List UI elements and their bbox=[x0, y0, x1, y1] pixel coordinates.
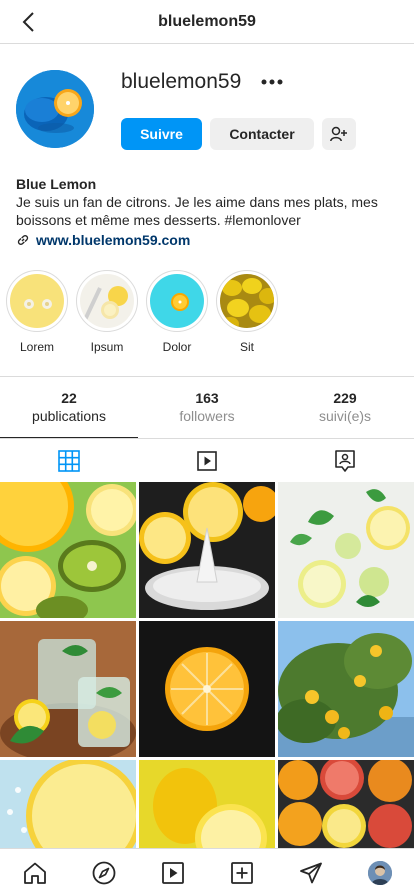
post-thumbnail[interactable] bbox=[278, 482, 414, 618]
follow-button[interactable]: Suivre bbox=[121, 118, 202, 150]
nav-new-post[interactable] bbox=[222, 853, 262, 893]
chevron-left-icon bbox=[22, 12, 34, 32]
story-highlights: Lorem Ipsum Dolor Sit bbox=[6, 270, 286, 354]
nav-direct-messages[interactable] bbox=[291, 853, 331, 893]
highlight-ring bbox=[216, 270, 278, 332]
stat-count: 163 bbox=[195, 390, 219, 406]
post-thumbnail[interactable] bbox=[139, 482, 275, 618]
grid-icon bbox=[58, 449, 80, 472]
profile-tabs bbox=[0, 438, 414, 482]
highlight-label: Dolor bbox=[162, 340, 192, 354]
highlight-cover-image bbox=[220, 274, 274, 328]
new-post-icon bbox=[230, 861, 253, 884]
highlight-ipsum[interactable]: Ipsum bbox=[76, 270, 138, 354]
top-bar: bluelemon59 bbox=[0, 0, 414, 44]
back-button[interactable] bbox=[14, 8, 42, 36]
page-title: bluelemon59 bbox=[158, 12, 256, 30]
stat-publications[interactable]: 22 publications bbox=[0, 377, 138, 438]
profile-stats: 22 publications 163 followers 229 suivi(… bbox=[0, 376, 414, 438]
nav-home[interactable] bbox=[15, 853, 55, 893]
profile-header: bluelemon59 Suivre Contacter bbox=[16, 68, 406, 152]
add-user-button[interactable] bbox=[322, 118, 356, 150]
highlight-cover-image bbox=[10, 274, 64, 328]
highlight-dolor[interactable]: Dolor bbox=[146, 270, 208, 354]
stat-label: followers bbox=[179, 408, 235, 424]
nav-explore[interactable] bbox=[84, 853, 124, 893]
highlight-cover-image bbox=[150, 274, 204, 328]
stat-label: suivi(e)s bbox=[318, 408, 372, 424]
highlight-label: Lorem bbox=[19, 340, 54, 354]
stat-label: publications bbox=[32, 408, 106, 424]
stat-count: 22 bbox=[61, 390, 77, 406]
post-thumbnail[interactable] bbox=[139, 621, 275, 757]
profile-username: bluelemon59 bbox=[121, 70, 242, 93]
post-thumbnail[interactable] bbox=[0, 482, 136, 618]
stat-followers[interactable]: 163 followers bbox=[138, 377, 276, 438]
highlight-label: Sit bbox=[239, 340, 254, 354]
home-icon bbox=[23, 862, 46, 884]
nav-profile[interactable] bbox=[360, 853, 400, 893]
profile-website-link[interactable]: www.bluelemon59.com bbox=[36, 231, 190, 249]
bio-text: Je suis un fan de citrons. Je les aime d… bbox=[16, 194, 378, 228]
contact-button[interactable]: Contacter bbox=[210, 118, 314, 150]
tab-grid[interactable] bbox=[0, 439, 138, 482]
bio-link-row: www.bluelemon59.com bbox=[16, 231, 406, 249]
profile-avatar[interactable] bbox=[16, 70, 94, 148]
more-horizontal-icon bbox=[261, 79, 283, 85]
highlight-cover-image bbox=[80, 274, 134, 328]
highlight-ring bbox=[6, 270, 68, 332]
highlight-sit[interactable]: Sit bbox=[216, 270, 278, 354]
explore-icon bbox=[92, 861, 115, 884]
stat-following[interactable]: 229 suivi(e)s bbox=[276, 377, 414, 438]
more-options-button[interactable] bbox=[257, 72, 287, 92]
profile-bio: Blue Lemon Je suis un fan de citrons. Je… bbox=[16, 175, 406, 249]
highlight-ring bbox=[146, 270, 208, 332]
tab-reels[interactable] bbox=[138, 439, 276, 482]
posts-grid bbox=[0, 482, 414, 896]
post-thumbnail[interactable] bbox=[278, 621, 414, 757]
profile-name: Blue Lemon bbox=[16, 176, 97, 192]
link-icon bbox=[17, 235, 29, 245]
tagged-icon bbox=[335, 449, 355, 472]
post-thumbnail[interactable] bbox=[0, 621, 136, 757]
profile-actions: Suivre Contacter bbox=[121, 118, 356, 150]
highlight-label: Ipsum bbox=[90, 340, 124, 354]
tab-tagged[interactable] bbox=[276, 439, 414, 482]
highlight-ring bbox=[76, 270, 138, 332]
username-row: bluelemon59 bbox=[121, 70, 287, 94]
add-user-icon bbox=[330, 126, 347, 142]
nav-reels[interactable] bbox=[153, 853, 193, 893]
reels-icon bbox=[161, 861, 184, 884]
stat-count: 229 bbox=[333, 390, 357, 406]
profile-avatar bbox=[367, 860, 392, 885]
reels-icon bbox=[197, 450, 217, 471]
highlight-lorem[interactable]: Lorem bbox=[6, 270, 68, 354]
direct-message-icon bbox=[299, 862, 322, 883]
bottom-navigation bbox=[0, 848, 414, 896]
